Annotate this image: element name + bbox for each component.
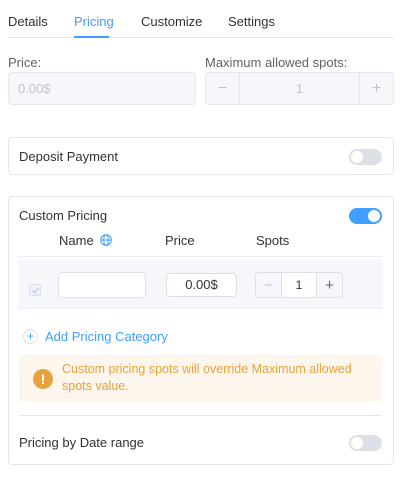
custom-pricing-label: Custom Pricing — [19, 208, 108, 223]
tab-pricing[interactable]: Pricing — [74, 14, 114, 29]
tab-bar: Details Pricing Customize Settings — [8, 0, 394, 38]
row-checkbox[interactable] — [29, 284, 41, 296]
price-label: Price: — [8, 55, 42, 70]
category-spots-stepper: − 1 + — [255, 272, 343, 298]
plus-circle-icon: + — [23, 328, 38, 344]
section-divider — [19, 415, 382, 416]
spots-value[interactable]: 1 — [282, 273, 316, 297]
add-pricing-category-button[interactable]: + Add Pricing Category — [23, 327, 168, 345]
column-header-spots: Spots — [256, 233, 290, 248]
table-header-divider — [18, 256, 383, 257]
max-spots-label: Maximum allowed spots: — [205, 55, 348, 70]
deposit-payment-toggle[interactable] — [349, 149, 382, 165]
spots-decrement-button[interactable]: − — [256, 273, 282, 297]
deposit-payment-label: Deposit Payment — [19, 149, 118, 164]
warning-icon: ! — [33, 369, 53, 389]
column-header-price: Price — [165, 233, 195, 248]
tab-settings[interactable]: Settings — [228, 14, 275, 29]
warning-alert: ! Custom pricing spots will override Max… — [19, 355, 382, 402]
date-range-pricing-toggle[interactable] — [349, 435, 382, 451]
category-name-input[interactable] — [58, 272, 146, 298]
max-spots-stepper: − 1 + — [205, 72, 394, 105]
table-row-divider — [18, 308, 383, 309]
tab-customize[interactable]: Customize — [141, 14, 202, 29]
deposit-payment-card: Deposit Payment — [8, 137, 394, 175]
max-spots-increment-button[interactable]: + — [359, 73, 393, 104]
price-input[interactable]: 0.00$ — [8, 72, 196, 105]
warning-message: Custom pricing spots will override Maxim… — [62, 362, 352, 393]
tab-details[interactable]: Details — [8, 14, 48, 29]
column-header-name: Name — [59, 233, 113, 248]
spots-increment-button[interactable]: + — [316, 273, 342, 297]
active-tab-indicator — [74, 36, 109, 38]
globe-icon[interactable] — [100, 234, 113, 246]
custom-pricing-toggle[interactable] — [349, 208, 382, 224]
max-spots-decrement-button[interactable]: − — [206, 73, 240, 104]
category-price-input[interactable]: 0.00$ — [166, 273, 237, 297]
check-icon — [32, 287, 40, 294]
custom-pricing-card: Custom Pricing Name Price Spots 0.00$ − … — [8, 196, 394, 465]
max-spots-value[interactable]: 1 — [240, 73, 359, 104]
add-pricing-category-label: Add Pricing Category — [45, 328, 168, 344]
date-range-pricing-label: Pricing by Date range — [19, 435, 145, 450]
